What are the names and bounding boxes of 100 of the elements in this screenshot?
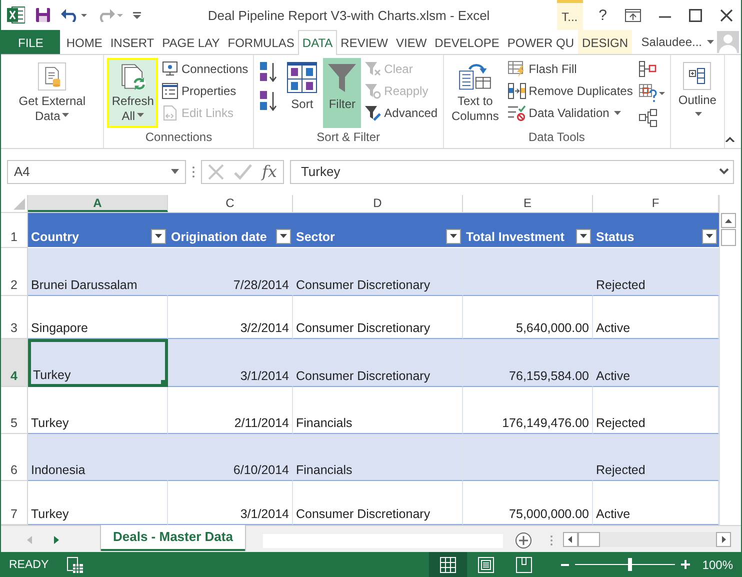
row-number[interactable]: 4 [1,338,28,388]
window-title: Deal Pipeline Report V3-with Charts.xlsm - Excel [206,8,491,22]
sort-ascending-icon[interactable] [259,61,280,84]
column-header[interactable]: F [593,195,719,212]
data-validation-button[interactable]: Data Validation [506,102,635,124]
filter-dropdown-button[interactable] [276,228,291,244]
ribbon-tab[interactable]: DATA [298,30,337,56]
zoom-level[interactable]: 100% [696,558,733,572]
connections-button[interactable]: Connections [160,58,250,80]
text-to-columns-button[interactable]: Text to Columns [446,58,504,128]
refresh-all-button[interactable]: Refresh All [107,58,158,128]
column-title: Origination date [171,230,267,244]
row-number[interactable]: 5 [1,387,28,434]
column-header[interactable]: A [28,195,168,212]
grid-question-icon[interactable] [638,84,665,102]
table-cell[interactable]: 3/1/2014 [168,338,293,388]
get-external-data-button[interactable]: Get External Data [4,58,100,128]
remove-duplicates-button[interactable]: Remove Duplicates [506,80,635,102]
column-title: Status [596,230,634,244]
excel-logo-icon[interactable] [7,6,25,24]
sort-descending-icon[interactable] [259,90,280,112]
check-icon[interactable] [234,164,252,180]
document-link-icon [162,104,178,121]
customize-menu-icon[interactable] [133,12,141,18]
table-cell[interactable]: Indonesia [28,434,168,482]
funnel-refresh-icon [365,82,382,99]
properties-button[interactable]: Properties [160,80,250,102]
ribbon-tab[interactable]: POWER QU [503,30,578,54]
filter-button[interactable]: Filter [323,58,362,128]
ribbon-tab[interactable]: INSERT [106,30,158,54]
ribbon-tab[interactable]: DESIGN [578,30,632,54]
scroll-thumb[interactable] [721,229,736,246]
funnel-clear-icon [365,60,382,77]
grip-dots-icon[interactable] [550,535,553,546]
undo-icon[interactable] [61,8,87,22]
column-title: Country [31,230,79,244]
filter-dropdown-button[interactable] [576,228,591,244]
sort-grid-icon [287,62,318,94]
table-cell[interactable]: Rejected [593,248,719,296]
column-header[interactable]: C [168,195,293,212]
column-header[interactable]: E [463,195,593,212]
table-cell[interactable]: Turkey [28,338,168,388]
close-icon[interactable] [720,8,733,22]
table-cell[interactable]: Consumer Discretionary [293,338,463,388]
ribbon-display-icon[interactable] [625,8,641,22]
expand-icon[interactable] [719,168,729,176]
maximize-icon[interactable] [689,8,702,22]
table-cell[interactable]: 76,159,584.00 [463,338,593,388]
table-cell[interactable]: Brunei Darussalam [28,248,168,296]
ribbon-tab[interactable]: PAGE LAY [158,30,224,54]
insert-function-button[interactable]: fx [262,162,277,182]
name-box[interactable]: A4 [7,160,186,184]
advanced-button[interactable]: Advanced [363,102,440,124]
table-cell[interactable]: 7/28/2014 [168,248,293,296]
zoom-in-icon[interactable] [681,560,690,569]
filter-dropdown-button[interactable] [446,228,461,244]
scroll-up-button[interactable] [721,213,736,228]
collapse-ribbon-icon[interactable] [725,136,735,142]
next-sheet-icon[interactable] [54,536,59,544]
dropdown-icon [171,169,179,174]
filter-dropdown-button[interactable] [702,228,717,244]
page-break-icon [516,556,532,572]
column-header[interactable]: D [293,195,463,212]
sort-button[interactable]: Sort [283,58,322,128]
add-sheet-icon[interactable] [514,532,532,550]
save-icon[interactable] [35,7,51,23]
scroll-thumb[interactable] [578,532,600,548]
table-cell[interactable]: Financials [293,434,463,482]
ribbon-tab[interactable]: FORMULAS [224,30,298,54]
check-stop-icon [508,104,526,121]
consolidate-icon[interactable] [638,61,657,78]
dropdown-arrow-icon [580,234,587,238]
sheet-tab[interactable]: Deals - Master Data [101,525,245,552]
outline-button[interactable]: Outline [674,58,721,128]
table-cell[interactable]: Consumer Discretionary [293,248,463,296]
table-cell[interactable]: Active [593,338,719,388]
formula-field[interactable]: Turkey [290,160,734,184]
ribbon-tab[interactable]: REVIEW [336,30,392,54]
dropdown-arrow-icon [280,234,287,238]
flash-fill-button[interactable]: Flash Fill [506,58,635,80]
grip-dots-icon [192,166,195,178]
ribbon-tab[interactable]: FILE [1,30,60,54]
ribbon-tab[interactable]: HOME [62,30,106,54]
ribbon-tab[interactable]: VIEW [392,30,431,54]
scroll-right-button[interactable] [716,532,731,548]
scroll-left-button[interactable] [562,532,578,548]
relationship-boxes-icon[interactable] [638,109,657,128]
context-tab-title: T... [556,0,583,30]
help-button[interactable]: ? [598,6,607,24]
caret-icon [707,40,714,44]
macro-record-icon[interactable] [66,556,83,572]
ribbon-tab[interactable]: DEVELOPE [430,30,504,54]
column-title: Total Investment [466,230,564,244]
user-name[interactable]: Salaudee... [641,35,702,50]
funnel-icon [327,62,358,94]
table-cell[interactable]: Rejected [593,434,719,482]
zoom-thumb[interactable] [628,558,632,571]
filter-dropdown-button[interactable] [151,228,166,244]
table-cell[interactable]: 6/10/2014 [168,434,293,482]
view-button[interactable] [429,552,468,577]
